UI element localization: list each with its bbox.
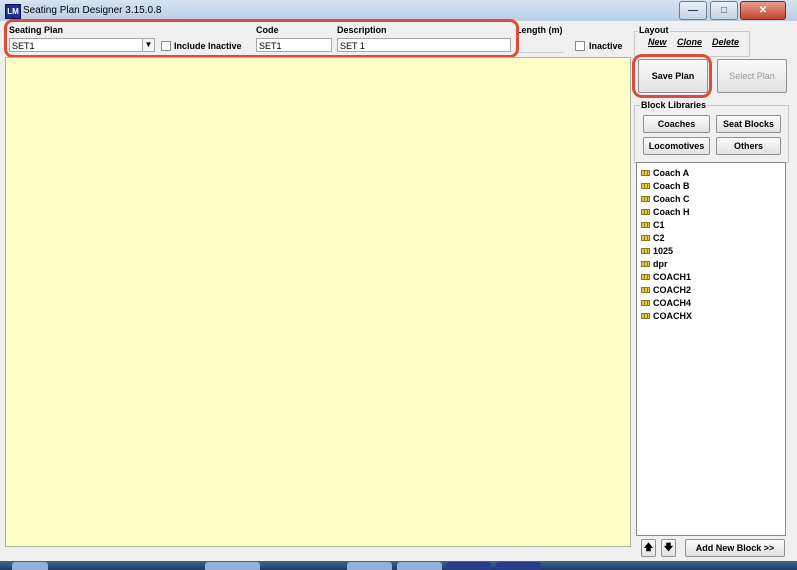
layout-group-label: Layout bbox=[638, 25, 670, 35]
block-list[interactable]: Coach A Coach B Coach C Coach H C1 C2 10… bbox=[636, 162, 786, 536]
taskbar bbox=[0, 561, 797, 570]
delete-layout-button[interactable]: Delete bbox=[712, 37, 739, 47]
move-up-button[interactable]: 🡅 bbox=[641, 539, 656, 557]
new-layout-button[interactable]: New bbox=[648, 37, 667, 47]
list-item-label: Coach C bbox=[653, 193, 690, 204]
select-plan-button[interactable]: Select Plan bbox=[717, 59, 787, 93]
list-item-label: Coach A bbox=[653, 167, 690, 178]
list-item-label: COACHX bbox=[653, 310, 693, 321]
taskbar-item[interactable] bbox=[397, 562, 442, 570]
client-area: Seating Plan SET1 ▼ Include Inactive Cod… bbox=[0, 19, 797, 561]
block-icon bbox=[641, 273, 650, 280]
block-libraries-label: Block Libraries bbox=[640, 100, 708, 110]
app-icon: LM bbox=[5, 4, 21, 19]
list-item[interactable]: Coach B bbox=[637, 179, 785, 192]
length-field bbox=[516, 38, 564, 53]
list-item-label: C2 bbox=[653, 232, 665, 243]
inactive-label: Inactive bbox=[589, 41, 623, 51]
list-item[interactable]: C2 bbox=[637, 231, 785, 244]
list-item[interactable]: COACHX bbox=[637, 309, 785, 322]
list-item-label: 1025 bbox=[653, 245, 674, 256]
block-icon bbox=[641, 299, 650, 306]
block-icon bbox=[641, 195, 650, 202]
block-icon bbox=[641, 234, 650, 241]
arrow-down-icon: 🡇 bbox=[663, 542, 674, 552]
close-button[interactable]: ✕ bbox=[740, 1, 786, 20]
list-item[interactable]: C1 bbox=[637, 218, 785, 231]
block-icon bbox=[641, 286, 650, 293]
list-item[interactable]: 1025 bbox=[637, 244, 785, 257]
block-icon bbox=[641, 169, 650, 176]
highlight-top-fields bbox=[4, 19, 519, 58]
seating-plan-canvas[interactable] bbox=[5, 57, 631, 547]
others-button[interactable]: Others bbox=[716, 137, 781, 155]
window-title: Seating Plan Designer 3.15.0.8 bbox=[23, 5, 162, 16]
list-item-label: Coach B bbox=[653, 180, 690, 191]
block-icon bbox=[641, 260, 650, 267]
list-item-label: Coach H bbox=[653, 206, 690, 217]
inactive-checkbox[interactable] bbox=[575, 41, 585, 51]
list-item[interactable]: COACH2 bbox=[637, 283, 785, 296]
length-label: Length (m) bbox=[516, 25, 563, 35]
list-item[interactable]: dpr bbox=[637, 257, 785, 270]
highlight-save-plan bbox=[632, 54, 712, 98]
add-new-block-button[interactable]: Add New Block >> bbox=[685, 539, 785, 557]
coaches-button[interactable]: Coaches bbox=[643, 115, 710, 133]
list-item-label: COACH4 bbox=[653, 297, 692, 308]
block-icon bbox=[641, 312, 650, 319]
list-item[interactable]: COACH4 bbox=[637, 296, 785, 309]
list-item-label: COACH2 bbox=[653, 284, 692, 295]
taskbar-item[interactable] bbox=[205, 562, 260, 570]
list-item[interactable]: Coach C bbox=[637, 192, 785, 205]
block-icon bbox=[641, 247, 650, 254]
move-down-button[interactable]: 🡇 bbox=[661, 539, 676, 557]
maximize-button[interactable]: □ bbox=[710, 1, 738, 20]
list-item[interactable]: Coach H bbox=[637, 205, 785, 218]
block-icon bbox=[641, 182, 650, 189]
list-item-label: C1 bbox=[653, 219, 665, 230]
block-icon bbox=[641, 208, 650, 215]
list-item[interactable]: Coach A bbox=[637, 166, 785, 179]
locomotives-button[interactable]: Locomotives bbox=[643, 137, 710, 155]
block-icon bbox=[641, 221, 650, 228]
minimize-button[interactable]: — bbox=[679, 1, 707, 20]
clone-layout-button[interactable]: Clone bbox=[677, 37, 702, 47]
seat-blocks-button[interactable]: Seat Blocks bbox=[716, 115, 781, 133]
taskbar-item[interactable] bbox=[496, 562, 541, 570]
arrow-up-icon: 🡅 bbox=[643, 542, 654, 552]
taskbar-item[interactable] bbox=[347, 562, 392, 570]
list-item-label: COACH1 bbox=[653, 271, 692, 282]
list-item[interactable]: COACH1 bbox=[637, 270, 785, 283]
taskbar-item[interactable] bbox=[12, 562, 48, 570]
list-item-label: dpr bbox=[653, 258, 668, 269]
taskbar-item[interactable] bbox=[446, 562, 491, 570]
